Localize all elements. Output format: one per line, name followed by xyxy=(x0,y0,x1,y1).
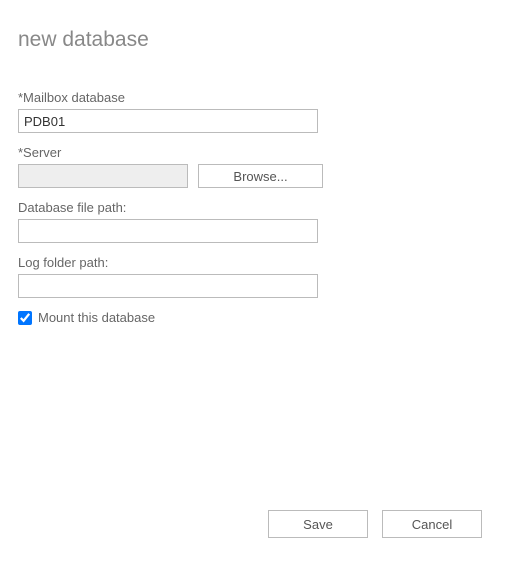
mount-checkbox-row: Mount this database xyxy=(18,310,492,325)
save-button[interactable]: Save xyxy=(268,510,368,538)
cancel-button[interactable]: Cancel xyxy=(382,510,482,538)
mailbox-database-input[interactable] xyxy=(18,109,318,133)
mount-checkbox[interactable] xyxy=(18,311,32,325)
log-folder-path-label: Log folder path: xyxy=(18,255,492,270)
form-area: *Mailbox database *Server Browse... Data… xyxy=(0,52,510,325)
server-label: *Server xyxy=(18,145,492,160)
dialog-footer: Save Cancel xyxy=(268,510,482,538)
server-input[interactable] xyxy=(18,164,188,188)
log-folder-path-group: Log folder path: xyxy=(18,255,492,298)
server-group: *Server Browse... xyxy=(18,145,492,188)
log-folder-path-input[interactable] xyxy=(18,274,318,298)
mount-checkbox-label[interactable]: Mount this database xyxy=(38,310,155,325)
dialog-title: new database xyxy=(0,0,510,52)
db-file-path-label: Database file path: xyxy=(18,200,492,215)
mailbox-database-group: *Mailbox database xyxy=(18,90,492,133)
db-file-path-group: Database file path: xyxy=(18,200,492,243)
mailbox-database-label: *Mailbox database xyxy=(18,90,492,105)
server-row: Browse... xyxy=(18,164,492,188)
browse-button[interactable]: Browse... xyxy=(198,164,323,188)
db-file-path-input[interactable] xyxy=(18,219,318,243)
